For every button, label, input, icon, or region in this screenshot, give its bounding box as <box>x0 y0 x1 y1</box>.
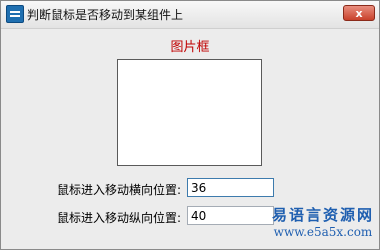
horizontal-position-input[interactable] <box>187 178 274 197</box>
watermark-title: 易语言资源网 <box>271 206 374 224</box>
picture-box[interactable] <box>117 59 262 166</box>
window-title: 判断鼠标是否移动到某组件上 <box>27 8 184 22</box>
watermark: 易语言资源网 www.e5a5x.com <box>269 206 377 240</box>
vertical-position-label: 鼠标进入移动纵向位置: <box>57 211 182 225</box>
horizontal-position-label: 鼠标进入移动横向位置: <box>57 183 182 197</box>
vertical-position-input[interactable] <box>187 206 274 225</box>
title-bar[interactable]: 判断鼠标是否移动到某组件上 x <box>1 1 379 29</box>
main-window: 判断鼠标是否移动到某组件上 x 图片框 鼠标进入移动横向位置: 鼠标进入移动纵向… <box>0 0 380 250</box>
picture-box-label: 图片框 <box>170 40 210 55</box>
watermark-url: www.e5a5x.com <box>273 225 373 239</box>
close-button[interactable]: x <box>343 5 375 21</box>
app-icon <box>6 5 24 23</box>
